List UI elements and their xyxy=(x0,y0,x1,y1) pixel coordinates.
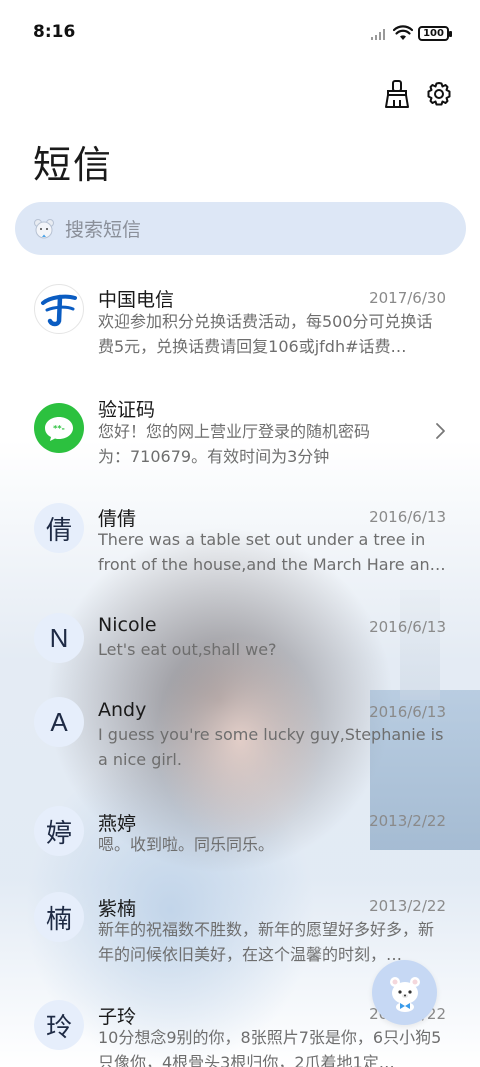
conversation-name: 紫楠 xyxy=(98,898,137,920)
conversation-date: 2013/2/22 xyxy=(369,897,446,915)
chat-bubble-icon: **- xyxy=(45,417,73,441)
conversation-preview: 欢迎参加积分兑换话费活动，每500分可兑换话费5元，兑换话费请回复106或jfd… xyxy=(98,312,433,356)
conversation-item-qianqian[interactable]: 倩 倩倩 2016/6/13 There was a table set out… xyxy=(0,500,480,600)
avatar: 玲 xyxy=(34,1000,84,1050)
avatar: 倩 xyxy=(34,503,84,553)
settings-button[interactable] xyxy=(423,78,455,110)
page-title: 短信 xyxy=(33,143,114,187)
conversation-name: Nicole xyxy=(98,614,157,636)
conversation-preview: There was a table set out under a tree i… xyxy=(98,530,446,574)
conversation-name: 燕婷 xyxy=(98,813,137,835)
bear-icon xyxy=(34,218,54,238)
conversation-preview: I guess you're some lucky guy,Stephanie … xyxy=(98,725,444,769)
broom-icon xyxy=(385,80,409,108)
svg-text:**-: **- xyxy=(53,424,65,433)
battery-icon: 100 xyxy=(418,26,452,41)
gear-icon xyxy=(427,82,451,106)
chevron-right-icon xyxy=(436,423,445,439)
conversation-item-china-telecom[interactable]: 中国电信 2017/6/30 欢迎参加积分兑换话费活动，每500分可兑换话费5元… xyxy=(0,280,480,380)
conversation-date: 2016/6/13 xyxy=(369,508,446,526)
compose-button[interactable] xyxy=(372,960,437,1025)
conversation-date: 2017/6/30 xyxy=(369,289,446,307)
conversation-name: 倩倩 xyxy=(98,508,137,530)
avatar: 婷 xyxy=(34,806,84,856)
conversation-date: 2013/2/22 xyxy=(369,812,446,830)
avatar: N xyxy=(34,613,84,663)
wifi-icon xyxy=(393,25,413,40)
conversation-preview: Let's eat out,shall we? xyxy=(98,640,277,659)
conversation-name: Andy xyxy=(98,699,147,721)
conversation-name: 中国电信 xyxy=(98,289,175,311)
battery-level: 100 xyxy=(423,28,444,39)
conversation-preview: 您好！您的网上营业厅登录的随机密码为：710679。有效时间为3分钟 xyxy=(98,422,371,466)
conversation-preview: 新年的祝福数不胜数，新年的愿望好多好多，新年的问候依旧美好，在这个温馨的时刻，… xyxy=(98,920,435,964)
conversation-date: 2016/6/13 xyxy=(369,703,446,721)
bear-icon xyxy=(389,976,420,1012)
conversation-name: 验证码 xyxy=(98,399,156,421)
conversation-item-nicole[interactable]: N Nicole 2016/6/13 Let's eat out,shall w… xyxy=(0,610,480,680)
clean-button[interactable] xyxy=(381,78,413,110)
conversation-preview: 嗯。收到啦。同乐同乐。 xyxy=(98,835,275,854)
avatar: 楠 xyxy=(34,892,84,942)
conversation-preview: 10分想念9别的你，8张照片7张是你，6只小狗5只像你，4根骨头3根归你，2爪着… xyxy=(98,1028,442,1067)
conversation-item-andy[interactable]: A Andy 2016/6/13 I guess you're some luc… xyxy=(0,697,480,787)
verification-code-icon: **- xyxy=(34,403,84,453)
china-telecom-logo xyxy=(34,284,84,334)
status-bar: 8:16 100 xyxy=(0,0,480,66)
status-time: 8:16 xyxy=(33,22,76,42)
conversation-date: 2016/6/13 xyxy=(369,618,446,636)
conversation-name: 子玲 xyxy=(98,1006,137,1028)
avatar: A xyxy=(34,697,84,747)
search-input[interactable]: 搜索短信 xyxy=(15,202,466,255)
signal-icon xyxy=(371,28,387,40)
search-placeholder: 搜索短信 xyxy=(65,219,142,241)
telecom-logo-icon xyxy=(41,294,77,327)
conversation-item-yanting[interactable]: 婷 燕婷 2013/2/22 嗯。收到啦。同乐同乐。 xyxy=(0,806,480,876)
conversation-item-verification-code[interactable]: **- 验证码 您好！您的网上营业厅登录的随机密码为：710679。有效时间为3… xyxy=(0,390,480,480)
